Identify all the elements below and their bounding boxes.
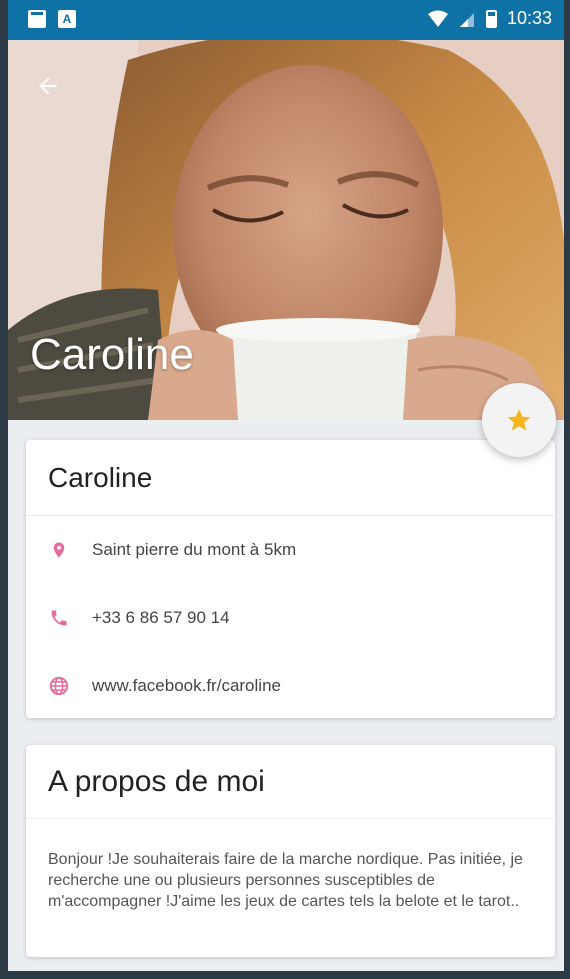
signal-icon [459,12,474,27]
hero-title: Caroline [30,330,194,379]
status-bar: A 10:33 [8,0,564,40]
globe-icon [48,675,70,697]
about-title: A propos de moi [26,745,555,819]
favorite-button[interactable] [482,383,556,457]
location-pin-icon [48,539,70,561]
phone-icon [48,607,70,629]
about-text: Bonjour !Je souhaiterais faire de la mar… [48,851,523,910]
device-frame-bottom [0,971,570,979]
website-link[interactable]: www.facebook.fr/caroline [92,676,281,696]
profile-info-card: Caroline Saint pierre du mont à 5km +33 … [26,440,555,718]
location-text: Saint pierre du mont à 5km [92,540,297,559]
back-button[interactable] [28,66,68,106]
phone-text: +33 6 86 57 90 14 [92,608,230,627]
app-icon: A [58,10,76,28]
status-left-icons: A [28,10,76,28]
sd-card-icon [28,10,46,28]
arrow-back-icon [39,77,57,95]
star-icon [507,409,531,431]
location-row[interactable]: Saint pierre du mont à 5km [26,516,555,584]
website-row[interactable]: www.facebook.fr/caroline [26,652,555,720]
wifi-icon [427,10,448,27]
profile-hero-image: Caroline [8,40,564,420]
device-frame-left [0,0,8,979]
profile-name: Caroline [26,440,555,516]
app-icon-letter: A [62,12,72,26]
device-frame-right [564,0,570,979]
battery-icon [485,9,497,28]
about-card: A propos de moi Bonjour !Je souhaiterais… [26,745,555,957]
status-right-icons: 10:33 [427,8,552,29]
phone-row[interactable]: +33 6 86 57 90 14 [26,584,555,652]
status-time: 10:33 [506,8,552,28]
